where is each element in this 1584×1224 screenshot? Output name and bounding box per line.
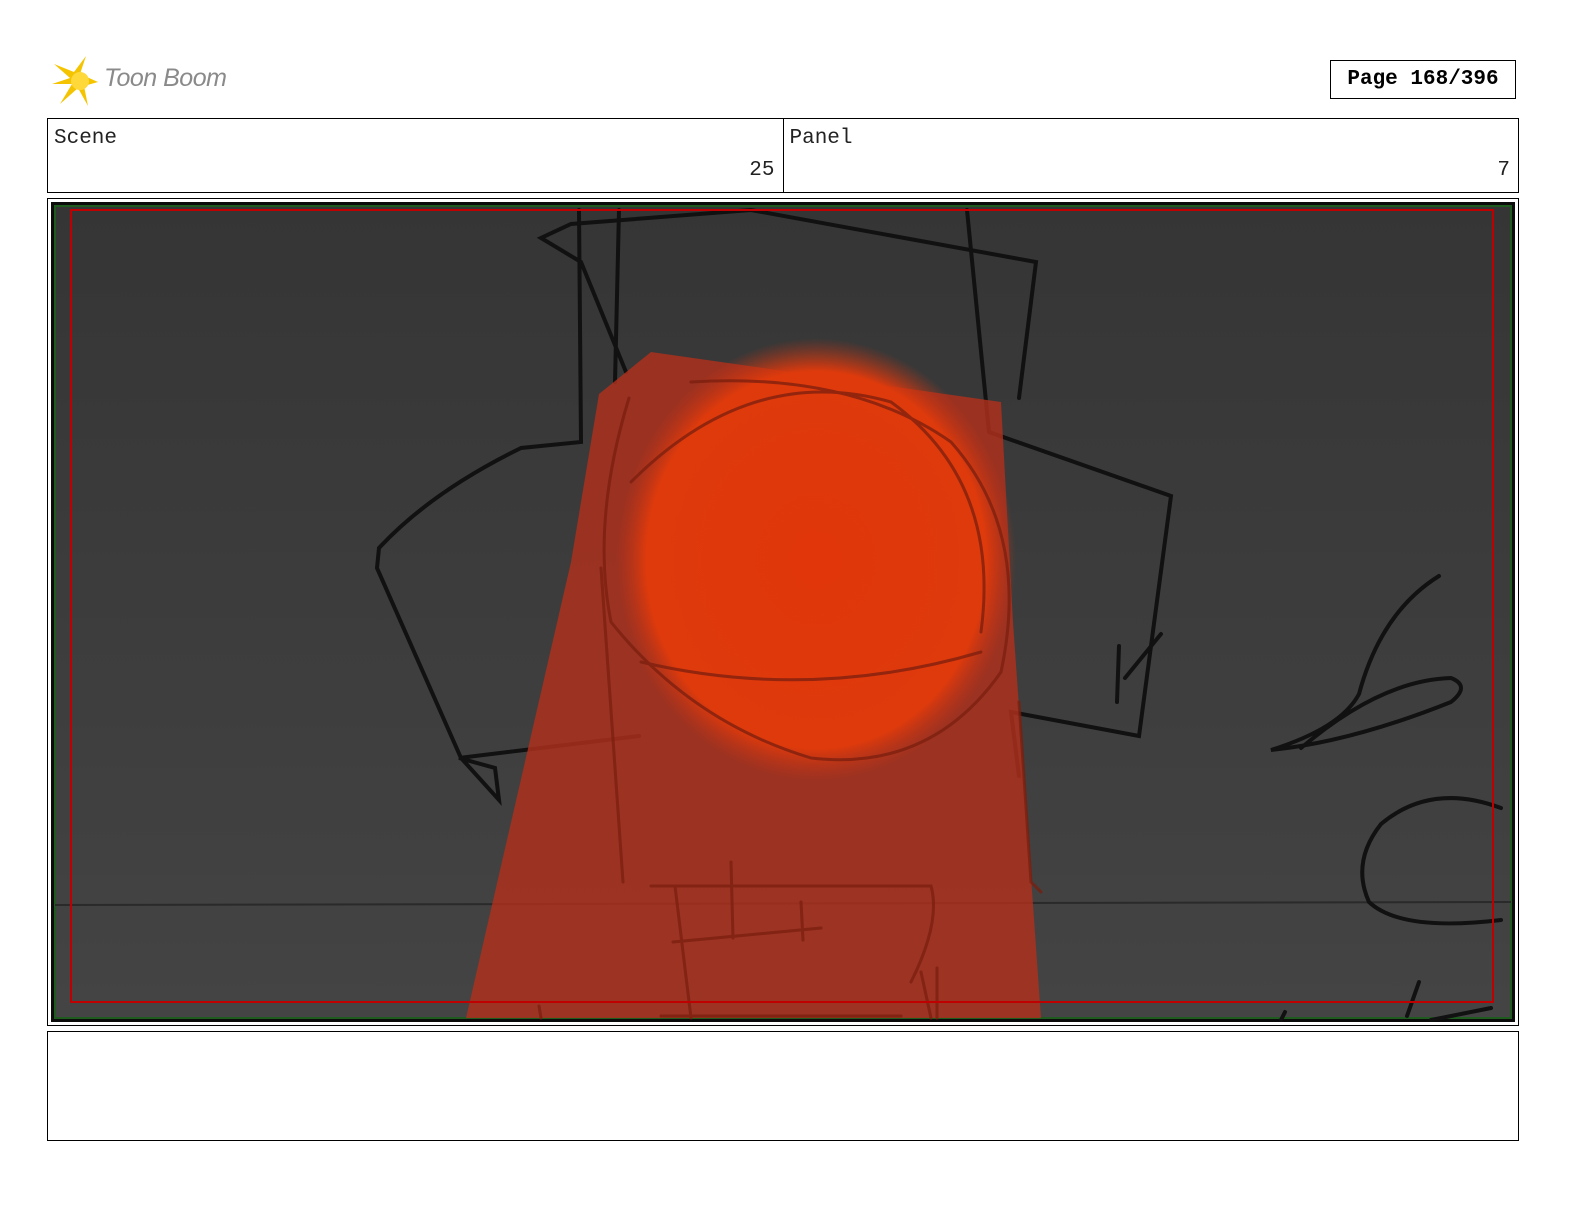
page-number: Page 168/396 [1330, 60, 1516, 99]
notes-box [47, 1031, 1519, 1141]
scene-label: Scene [54, 127, 118, 150]
scene-cell: Scene 25 [48, 119, 783, 192]
scene-panel-row: Scene 25 Panel 7 [47, 118, 1519, 193]
panel-label: Panel [789, 127, 853, 150]
panel-drawing [51, 202, 1515, 1022]
glowing-light [616, 338, 1016, 782]
toon-boom-logo: Toon Boom [50, 54, 250, 108]
scene-value: 25 [749, 159, 775, 182]
panel-cell: Panel 7 [782, 119, 1519, 192]
storyboard-frame [47, 198, 1519, 1026]
logo-text: Toon Boom [104, 64, 227, 92]
starburst-icon [52, 56, 98, 106]
panel-value: 7 [1497, 159, 1510, 182]
